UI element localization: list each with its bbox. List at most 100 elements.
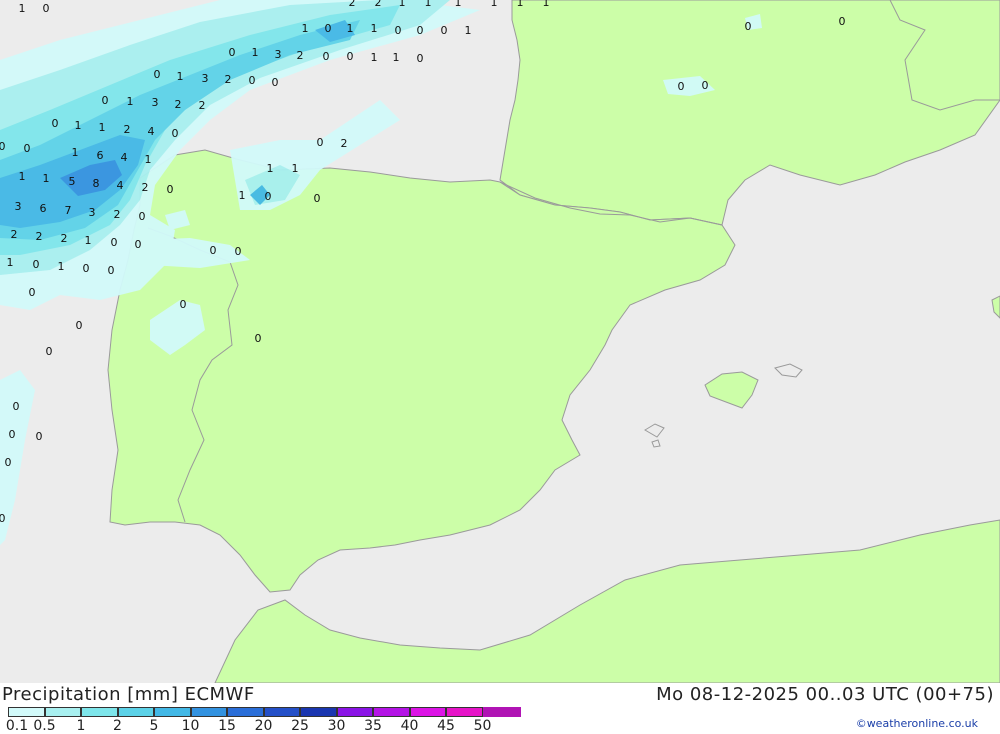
precip-value-label: 1 xyxy=(543,0,550,9)
legend-label: 25 xyxy=(291,718,309,734)
precip-value-label: 0 xyxy=(235,245,242,258)
precip-value-label: 0 xyxy=(102,94,109,107)
legend-swatch xyxy=(44,707,81,717)
precip-value-label: 0 xyxy=(229,46,236,59)
precip-value-label: 1 xyxy=(465,24,472,37)
precip-value-label: 1 xyxy=(302,22,309,35)
precip-value-label: 0 xyxy=(210,244,217,257)
precip-value-label: 1 xyxy=(292,162,299,175)
precip-value-label: 1 xyxy=(347,22,354,35)
precip-value-label: 1 xyxy=(393,51,400,64)
precip-value-label: 0 xyxy=(36,430,43,443)
precip-value-label: 1 xyxy=(99,121,106,134)
precip-value-label: 0 xyxy=(265,190,272,203)
legend-swatch xyxy=(154,707,191,717)
legend-label: 5 xyxy=(149,718,159,734)
precip-value-label: 2 xyxy=(199,99,206,112)
precip-value-label: 2 xyxy=(142,181,149,194)
precip-value-label: 0 xyxy=(441,24,448,37)
precip-value-label: 1 xyxy=(239,189,246,202)
legend-swatch xyxy=(117,707,154,717)
precip-value-label: 1 xyxy=(399,0,406,9)
precip-value-label: 3 xyxy=(15,200,22,213)
precip-value-label: 2 xyxy=(61,232,68,245)
legend-swatch xyxy=(446,707,483,717)
precip-value-label: 0 xyxy=(139,210,146,223)
precip-value-label: 0 xyxy=(13,400,20,413)
precip-value-label: 0 xyxy=(46,345,53,358)
precip-value-label: 0 xyxy=(154,68,161,81)
precip-value-label: 2 xyxy=(297,49,304,62)
precip-value-label: 2 xyxy=(124,123,131,136)
legend-swatch xyxy=(8,707,45,717)
precip-value-label: 0 xyxy=(417,52,424,65)
legend-label: 20 xyxy=(254,718,273,734)
precip-value-label: 0 xyxy=(255,332,262,345)
precip-value-label: 4 xyxy=(121,151,128,164)
precip-value-label: 0 xyxy=(167,183,174,196)
precip-value-label: 7 xyxy=(65,204,72,217)
legend-swatch xyxy=(300,707,337,717)
precip-value-label: 1 xyxy=(43,172,50,185)
precip-value-label: 0 xyxy=(272,76,279,89)
valid-time: Mo 08-12-2025 00..03 UTC (00+75) xyxy=(656,684,994,705)
legend-label: 10 xyxy=(181,718,200,734)
precip-value-label: 0 xyxy=(172,127,179,140)
precip-value-label: 1 xyxy=(177,70,184,83)
precip-value-label: 2 xyxy=(114,208,121,221)
legend-swatch xyxy=(409,707,446,717)
credit-link[interactable]: ©weatheronline.co.uk xyxy=(856,717,978,730)
precip-value-label: 0 xyxy=(9,428,16,441)
precip-value-label: 1 xyxy=(72,146,79,159)
precip-value-label: 1 xyxy=(371,22,378,35)
precip-value-label: 1 xyxy=(145,153,152,166)
precip-value-label: 3 xyxy=(89,206,96,219)
precip-value-label: 0 xyxy=(0,140,6,153)
precip-value-label: 1 xyxy=(371,51,378,64)
precip-value-label: 0 xyxy=(839,15,846,28)
precip-value-label: 5 xyxy=(69,175,76,188)
precip-value-label: 3 xyxy=(275,48,282,61)
precip-value-label: 1 xyxy=(7,256,14,269)
precip-value-label: 0 xyxy=(83,262,90,275)
precip-value-label: 0 xyxy=(29,286,36,299)
legend-swatch xyxy=(81,707,118,717)
precip-value-label: 6 xyxy=(40,202,47,215)
precip-value-label: 0 xyxy=(5,456,12,469)
precip-value-label: 0 xyxy=(52,117,59,130)
legend-label: 0.1 xyxy=(5,718,29,734)
precip-value-label: 0 xyxy=(135,238,142,251)
precip-value-label: 3 xyxy=(202,72,209,85)
precip-value-label: 1 xyxy=(491,0,498,9)
legend-label: 2 xyxy=(113,718,122,734)
precipitation-map: 1 0 2 2 1 1 1 1 1 1 1 0 1 1 0 0 0 1 0 1 3 2 0 0 1 1 0 0 1 3 2 0 0 0 1 3 2 2 0 1… xyxy=(0,0,1000,684)
precip-value-label: 4 xyxy=(148,125,155,138)
precip-value-label: 0 xyxy=(323,50,330,63)
legend-swatch xyxy=(263,707,300,717)
precip-value-label: 1 xyxy=(252,46,259,59)
map-title: Precipitation [mm] ECMWF xyxy=(2,684,255,705)
legend-label: 15 xyxy=(218,718,236,734)
precip-value-label: 0 xyxy=(180,298,187,311)
precip-value-label: 2 xyxy=(349,0,356,9)
precip-value-label: 2 xyxy=(375,0,382,9)
precip-value-label: 2 xyxy=(225,73,232,86)
map-footer: Precipitation [mm] ECMWF Mo 08-12-2025 0… xyxy=(0,683,1000,734)
precip-value-label: 8 xyxy=(93,177,100,190)
precip-value-label: 0 xyxy=(43,2,50,15)
precip-value-label: 4 xyxy=(117,179,124,192)
precip-value-label: 0 xyxy=(111,236,118,249)
precip-value-label: 0 xyxy=(678,80,685,93)
precip-value-label: 1 xyxy=(85,234,92,247)
precip-value-label: 1 xyxy=(19,2,26,15)
precip-value-label: 1 xyxy=(58,260,65,273)
legend-swatch xyxy=(336,707,373,717)
precip-value-label: 6 xyxy=(97,149,104,162)
precip-value-label: 1 xyxy=(75,119,82,132)
precip-value-label: 0 xyxy=(702,79,709,92)
precip-value-label: 0 xyxy=(0,512,6,525)
legend-label: 30 xyxy=(327,718,346,734)
precip-value-label: 0 xyxy=(249,74,256,87)
legend-label: 45 xyxy=(437,718,455,734)
precip-value-label: 0 xyxy=(395,24,402,37)
